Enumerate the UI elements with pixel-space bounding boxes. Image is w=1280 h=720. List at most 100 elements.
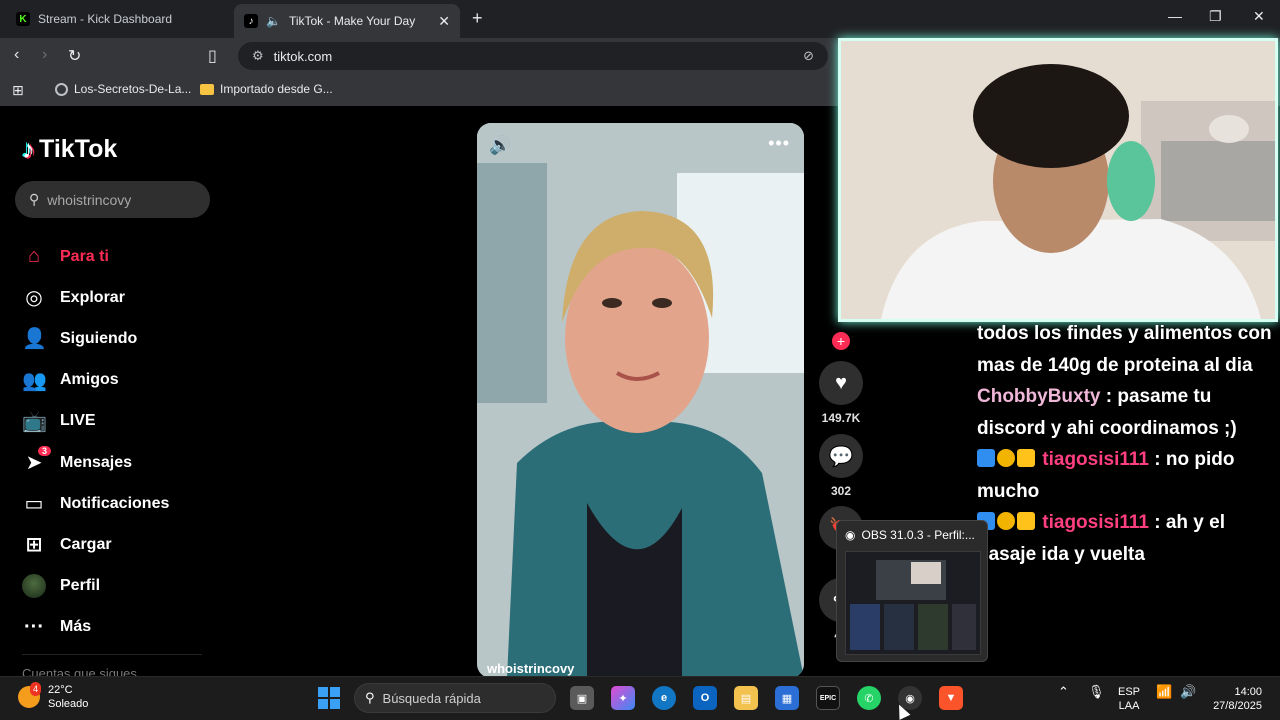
tiktok-logo-icon: ♪ <box>22 134 35 164</box>
brave-icon[interactable]: ▼ <box>939 686 963 710</box>
task-view-icon[interactable]: ▣ <box>570 686 594 710</box>
clock-date: 27/8/2025 <box>1213 700 1262 712</box>
tab-tiktok[interactable]: ♪ 🔈 TikTok - Make Your Day ✕ <box>234 4 460 38</box>
clock[interactable]: 14:00 27/8/2025 <box>1213 685 1262 713</box>
weather-temp: 22°C <box>48 684 73 696</box>
stream-chat: todos los findes y alimentos con mas de … <box>977 318 1280 570</box>
globe-icon <box>55 82 68 96</box>
like-button[interactable]: ♥ 149.7K <box>818 361 864 425</box>
search-input[interactable]: ⚲ whoistrincovy <box>15 181 210 218</box>
comment-button[interactable]: 💬 302 <box>818 434 864 498</box>
outlook-icon[interactable]: O <box>693 686 717 710</box>
sidebar-item-label: Perfil <box>60 577 101 595</box>
address-bar[interactable]: ⚙ tiktok.com ⊘ <box>238 42 828 70</box>
volume-icon[interactable]: 🔊 <box>489 135 511 156</box>
tray-overflow-icon[interactable]: ⌃ <box>1058 685 1069 699</box>
sidebar-item-mas[interactable]: ··· Más <box>22 607 222 648</box>
bookmark-item[interactable]: Los-Secretos-De-La... <box>55 82 191 96</box>
sidebar-item-label: Mensajes <box>60 453 133 471</box>
copilot-icon[interactable]: ✦ <box>611 686 635 710</box>
speaker-icon[interactable]: 🔈 <box>266 14 281 28</box>
sidebar-item-label: Notificaciones <box>60 494 170 512</box>
more-options-icon[interactable]: ••• <box>768 133 790 154</box>
reload-icon[interactable]: ↻ <box>68 46 81 66</box>
edge-icon[interactable]: e <box>652 686 676 710</box>
weather-text: 22°C Soleado <box>48 683 88 711</box>
whatsapp-icon[interactable]: ✆ <box>857 686 881 710</box>
sidebar-item-explorar[interactable]: ◎ Explorar <box>22 277 222 318</box>
badge-icon <box>997 449 1015 467</box>
sidebar-item-label: Más <box>60 618 92 636</box>
crown-icon <box>1017 449 1035 467</box>
messages-badge: 3 <box>38 445 52 456</box>
tab-kick-dashboard[interactable]: K Stream - Kick Dashboard <box>6 4 232 34</box>
chat-username: tiagosisi111 <box>1042 512 1149 533</box>
obs-thumbnail-image <box>846 552 980 654</box>
sun-icon: 4 <box>18 682 42 708</box>
close-tab-icon[interactable]: ✕ <box>438 13 450 30</box>
sidebar-item-label: Siguiendo <box>60 329 138 347</box>
sidebar-item-cargar[interactable]: ⊞ Cargar <box>22 524 222 565</box>
taskbar-search[interactable]: ⚲ Búsqueda rápida <box>354 683 556 713</box>
sidebar-item-amigos[interactable]: 👥 Amigos <box>22 360 222 401</box>
following-icon: 👤 <box>22 328 47 351</box>
restore-button[interactable]: ❐ <box>1209 8 1222 25</box>
obs-window-preview[interactable]: ◉ OBS 31.0.3 - Perfil:... <box>836 520 988 662</box>
new-tab-button[interactable]: + <box>472 8 483 29</box>
close-window-button[interactable]: ✕ <box>1253 8 1265 25</box>
sidebar-item-perfil[interactable]: Perfil <box>22 566 222 607</box>
microphone-icon[interactable]: 🎙 <box>1088 685 1105 699</box>
upload-icon: ⊞ <box>25 534 43 557</box>
epic-games-icon[interactable]: EPIC <box>816 686 840 710</box>
lang-bottom: LAA <box>1118 700 1140 712</box>
chat-message: tiagosisi111 : ah y el pasaje ida y vuel… <box>977 507 1280 570</box>
chat-username: tiagosisi111 <box>1042 449 1149 470</box>
bookmark-label: Importado desde G... <box>220 82 333 96</box>
wifi-icon[interactable]: 📶 <box>1156 685 1172 699</box>
back-icon[interactable]: ‹ <box>14 46 19 64</box>
like-count: 149.7K <box>821 411 861 425</box>
forward-icon[interactable]: › <box>42 46 47 64</box>
obs-preview-title: OBS 31.0.3 - Perfil:... <box>861 528 975 542</box>
store-icon[interactable]: ▦ <box>775 686 799 710</box>
chat-message: tiagosisi111 : no pido mucho <box>977 444 1280 507</box>
start-button[interactable] <box>318 687 340 709</box>
profile-avatar <box>22 574 46 599</box>
bookmark-icon[interactable]: ▯ <box>208 46 217 66</box>
sidebar-item-mensajes[interactable]: ➤ 3 Mensajes <box>22 442 222 483</box>
tab-title: TikTok - Make Your Day <box>288 14 416 28</box>
chat-text: todos los findes y alimentos con mas de … <box>977 323 1272 376</box>
volume-icon[interactable]: 🔊 <box>1180 685 1196 699</box>
language-indicator[interactable]: ESP LAA <box>1118 685 1140 713</box>
sidebar-item-notificaciones[interactable]: ▭ Notificaciones <box>22 483 222 524</box>
webcam-overlay <box>838 38 1278 322</box>
sidebar-item-para-ti[interactable]: ⌂ Para ti <box>22 236 222 277</box>
friends-icon: 👥 <box>22 369 47 392</box>
sidebar-item-live[interactable]: 📺 LIVE <box>22 401 222 442</box>
site-settings-icon[interactable]: ⚙ <box>252 48 264 64</box>
obs-preview-thumbnail <box>845 551 981 655</box>
tiktok-logo[interactable]: ♪ TikTok <box>22 134 117 165</box>
minimize-button[interactable]: — <box>1168 8 1182 24</box>
webcam-frame <box>841 41 1275 319</box>
taskbar-search-placeholder: Búsqueda rápida <box>382 690 481 706</box>
sidebar-nav: ⌂ Para ti ◎ Explorar 👤 Siguiendo 👥 Amigo… <box>22 236 222 648</box>
screen: K Stream - Kick Dashboard ♪ 🔈 TikTok - M… <box>0 0 1280 720</box>
weather-badge: 4 <box>30 682 42 696</box>
more-icon: ··· <box>24 615 44 638</box>
video-author[interactable]: whoistrincovy <box>487 661 574 676</box>
heart-icon: ♥ <box>819 361 863 405</box>
sidebar-item-siguiendo[interactable]: 👤 Siguiendo <box>22 318 222 359</box>
sidebar-divider <box>22 654 202 655</box>
file-explorer-icon[interactable]: ▤ <box>734 686 758 710</box>
bookmark-folder[interactable]: Importado desde G... <box>200 82 333 96</box>
badge-icon <box>977 449 995 467</box>
follow-plus-icon[interactable]: + <box>832 332 850 350</box>
cast-off-icon[interactable]: ⊘ <box>803 48 814 64</box>
weather-widget[interactable]: 4 22°C Soleado <box>18 682 88 711</box>
apps-grid-icon[interactable]: ⊞ <box>12 82 24 99</box>
logo-text: TikTok <box>39 135 118 163</box>
kick-icon: K <box>16 12 30 26</box>
folder-icon <box>200 83 214 95</box>
video-player[interactable]: 🔊 ••• whoistrincovy <box>477 123 804 678</box>
